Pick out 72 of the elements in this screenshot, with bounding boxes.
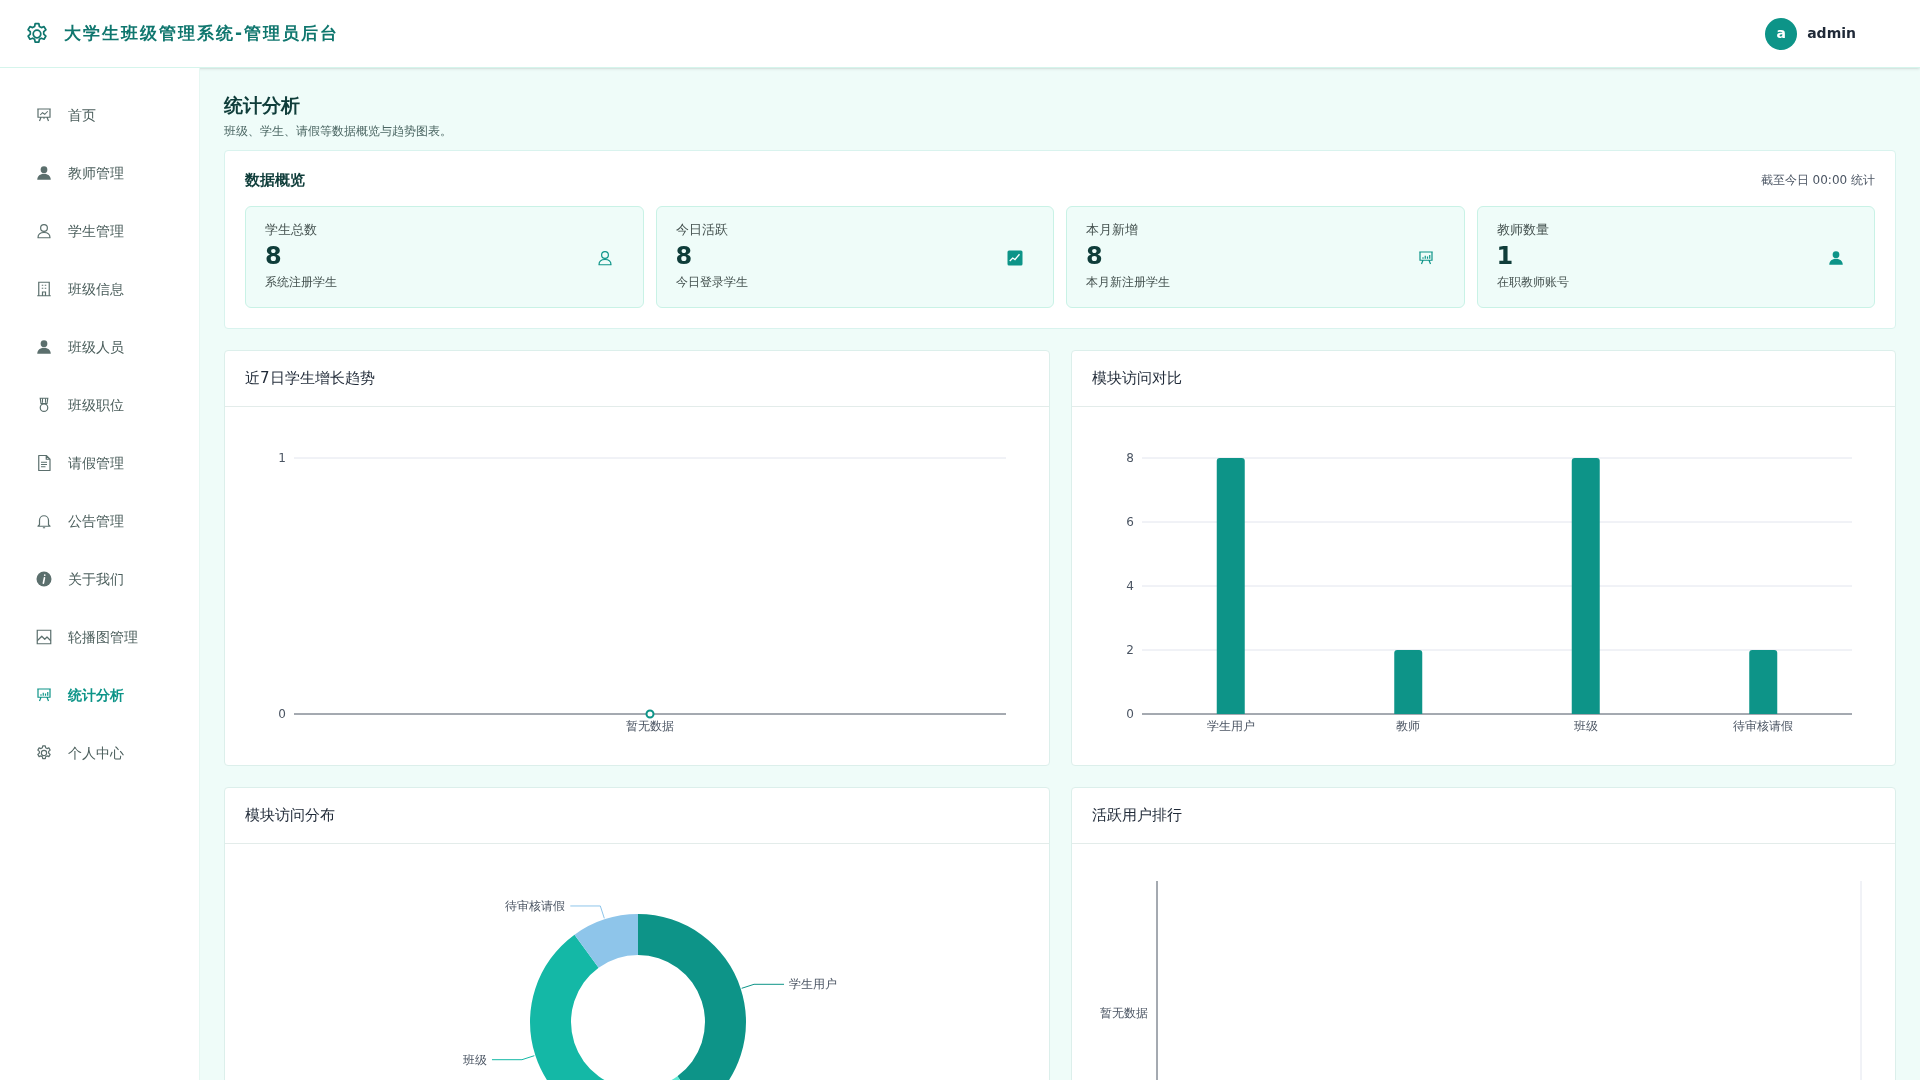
chart-board-icon [35,106,53,124]
document-icon [35,454,53,472]
stat-value: 1 [1496,241,1515,272]
stat-value: 8 [1086,241,1104,272]
data-point [645,709,655,718]
chart-icon [1006,248,1024,267]
slice-label: 班级 [462,1052,487,1067]
slice-label: 待审核请假 [505,898,566,913]
sidebar-item[interactable]: 班级职位 [0,376,199,434]
stat-value: 8 [675,241,694,272]
axis-tick-label: 1 [278,450,286,465]
sidebar-item[interactable]: 教师管理 [0,144,199,202]
bar [1393,649,1422,714]
sidebar-item[interactable]: 学生管理 [0,202,199,260]
sidebar-item[interactable]: 公告管理 [0,492,199,550]
sidebar-item[interactable]: 个人中心 [0,724,199,782]
stat-caption: 今日登录学生 [675,274,749,292]
sidebar-item[interactable]: 首页 [0,86,199,144]
axis-category-label: 学生用户 [1206,718,1255,733]
person-icon [35,338,53,356]
axis-tick-label: 4 [1125,578,1134,593]
building-icon [35,280,53,298]
sidebar-item[interactable]: 班级信息 [0,260,199,318]
leader-line [741,983,785,989]
axis-category-label: 教师 [1395,718,1420,733]
axis-category-label: 班级 [1573,718,1598,733]
leader-line [491,1054,535,1060]
info-icon [35,570,53,588]
image-icon [35,628,53,646]
bar [1748,649,1777,714]
axis-tick-label: 0 [1125,706,1134,721]
gear-icon [35,744,53,762]
axis-tick-label: 8 [1125,450,1134,465]
axis-category-label: 暂无数据 [626,718,674,733]
stat-caption: 系统注册学生 [265,274,338,292]
sidebar-item[interactable]: 关于我们 [0,550,199,608]
stat-label: 学生总数 [265,220,318,239]
chart-title: 模块访问分布 [245,804,335,826]
slice-label: 学生用户 [789,976,838,991]
app-title: 大学生班级管理系统-管理员后台 [64,21,340,45]
axis-category-label: 待审核请假 [1732,718,1793,733]
stat-caption: 本月新注册学生 [1086,274,1171,292]
sidebar-item[interactable]: 请假管理 [0,434,199,492]
axis-tick-label: 2 [1125,642,1134,657]
page-subtitle: 班级、学生、请假等数据概览与趋势图表。 [224,123,453,140]
user-name[interactable]: admin [1807,23,1856,44]
stat-label: 教师数量 [1496,220,1550,239]
empty-label: 暂无数据 [1099,1005,1148,1020]
stat-caption: 在职教师账号 [1496,274,1570,292]
sidebar-item[interactable]: 统计分析 [0,666,199,724]
leader-line [569,904,605,919]
stats-note: 截至今日 00:00 统计 [1760,172,1875,190]
person-icon [595,248,614,267]
chart-title: 近7日学生增长趋势 [245,367,375,389]
stat-value: 8 [265,241,283,272]
axis-tick-label: 6 [1125,514,1134,529]
bell-icon [35,512,53,530]
person-icon [35,164,53,182]
chart-title: 模块访问对比 [1091,367,1182,389]
section-title: 数据概览 [245,170,305,191]
chart-title: 活跃用户排行 [1091,804,1182,826]
person-icon [35,222,53,240]
sidebar-item[interactable]: 轮播图管理 [0,608,199,666]
stat-label: 今日活跃 [675,220,729,239]
user-avatar[interactable]: a [1765,17,1798,50]
sidebar-item[interactable]: 班级人员 [0,318,199,376]
person-icon [1827,248,1845,267]
chart-board-icon [35,686,53,704]
stat-label: 本月新增 [1086,220,1139,239]
axis-tick-label: 0 [278,706,286,721]
chart-board-icon [1416,248,1435,267]
page-title: 统计分析 [224,93,301,118]
